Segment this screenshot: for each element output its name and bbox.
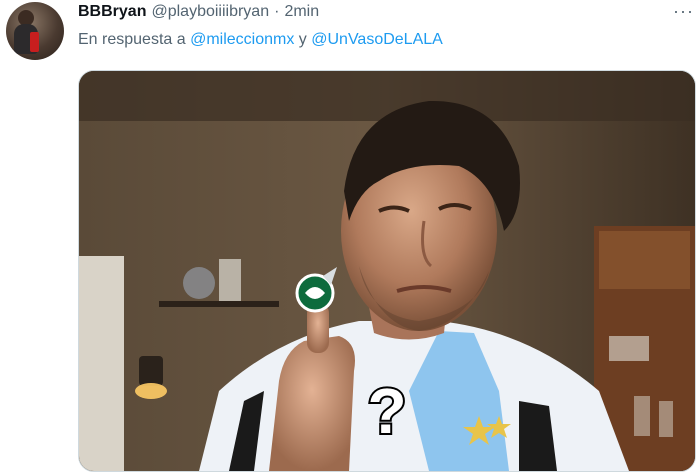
more-options-icon[interactable]: ··· bbox=[673, 1, 694, 22]
user-handle[interactable]: @playboiiiibryan bbox=[151, 3, 269, 21]
shelf-globe bbox=[183, 267, 215, 299]
cabinet-panel bbox=[599, 231, 690, 289]
wall-shelf bbox=[159, 301, 279, 307]
whiteboard bbox=[79, 256, 124, 471]
lamp-light bbox=[135, 383, 167, 399]
separator-dot: · bbox=[274, 3, 280, 20]
tweet-media-image[interactable]: ? bbox=[78, 70, 696, 472]
tweet-timestamp[interactable]: 2min bbox=[284, 3, 319, 21]
lamp-base bbox=[139, 356, 163, 386]
reply-context: En respuesta a @mileccionmx y @UnVasoDeL… bbox=[78, 31, 443, 49]
reply-mention-link[interactable]: @UnVasoDeLALA bbox=[311, 31, 443, 48]
cabinet-item bbox=[609, 336, 649, 361]
cabinet-bottle bbox=[634, 396, 650, 436]
tweet-avatar[interactable] bbox=[6, 2, 64, 60]
tweet-header: BBBryan @playboiiiibryan · 2min bbox=[78, 3, 319, 25]
ceiling-shadow bbox=[79, 71, 695, 121]
media-illustration: ? bbox=[79, 71, 695, 471]
reply-prefix: En respuesta a bbox=[78, 31, 186, 48]
reply-conjunction: y bbox=[298, 31, 307, 48]
reply-mention-link[interactable]: @mileccionmx bbox=[190, 31, 294, 48]
avatar-figure-red-item bbox=[30, 32, 39, 52]
display-name[interactable]: BBBryan bbox=[78, 3, 146, 21]
shelf-object bbox=[219, 259, 241, 301]
question-mark-overlay: ? bbox=[367, 375, 406, 447]
cabinet-bottle bbox=[659, 401, 673, 437]
